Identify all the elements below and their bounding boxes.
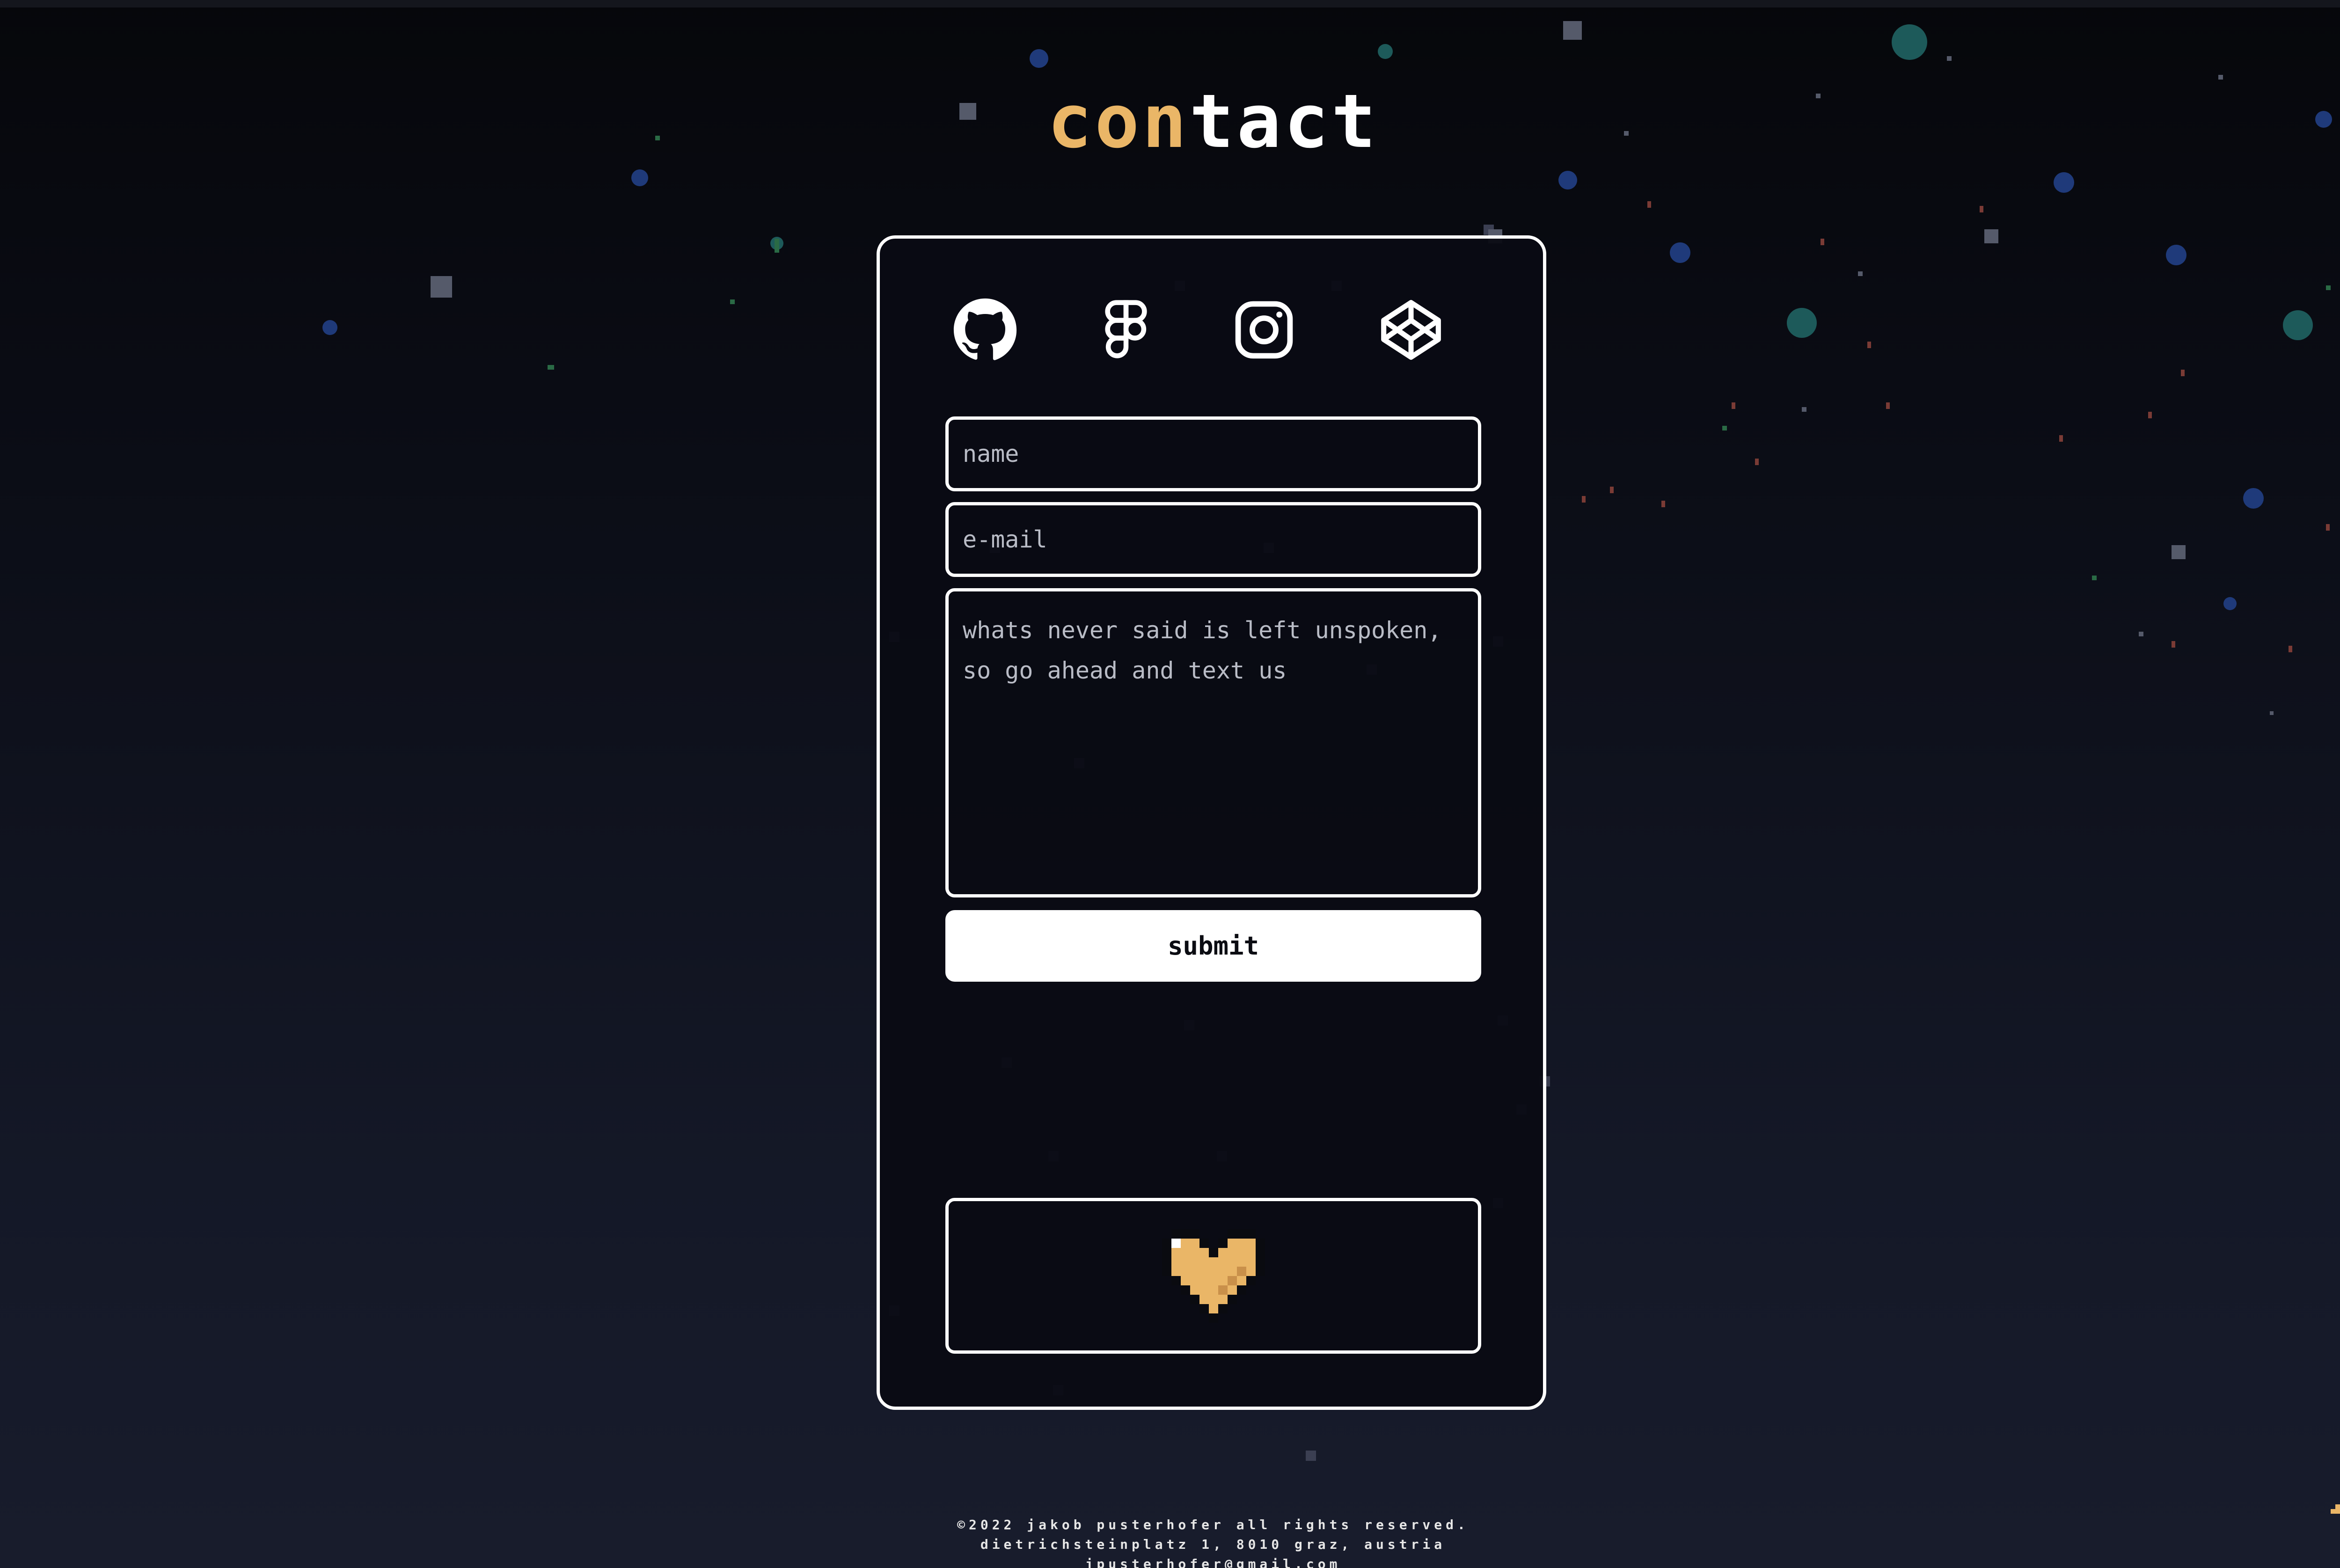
name-input[interactable] [945, 416, 1481, 491]
footer-copyright: ©2022 jakob pusterhofer all rights reser… [957, 1517, 1469, 1532]
codepen-link[interactable] [1371, 290, 1451, 370]
email-input[interactable] [945, 502, 1481, 577]
message-textarea[interactable] [945, 588, 1481, 897]
instagram-link[interactable] [1224, 290, 1304, 370]
heart-box [945, 1198, 1481, 1354]
pixel-heart-icon [1162, 1229, 1265, 1323]
figma-link[interactable] [1086, 290, 1166, 370]
scroll-to-top-button[interactable] [2331, 1490, 2340, 1528]
page-title: contact [0, 75, 2340, 168]
title-rest: tact [1189, 79, 1379, 165]
github-link[interactable] [945, 290, 1025, 370]
codepen-icon [1381, 300, 1441, 360]
contact-page: contact name e-mail whats never said is … [0, 0, 2340, 1568]
social-links [945, 290, 1484, 374]
title-accent: con [1047, 79, 1190, 165]
submit-button[interactable]: submit [945, 910, 1481, 982]
contact-card: submit [877, 235, 1546, 1410]
instagram-icon [1235, 301, 1293, 359]
footer-email[interactable]: jpusterhofer@gmail.com [0, 1554, 2340, 1568]
footer: ©2022 jakob pusterhofer all rights reser… [0, 1515, 2340, 1568]
chevron-up-icon [2331, 1504, 2340, 1514]
footer-address: dietrichsteinplatz 1, 8010 graz, austria [980, 1537, 1446, 1552]
figma-icon [1105, 300, 1147, 358]
github-icon [953, 298, 1017, 360]
